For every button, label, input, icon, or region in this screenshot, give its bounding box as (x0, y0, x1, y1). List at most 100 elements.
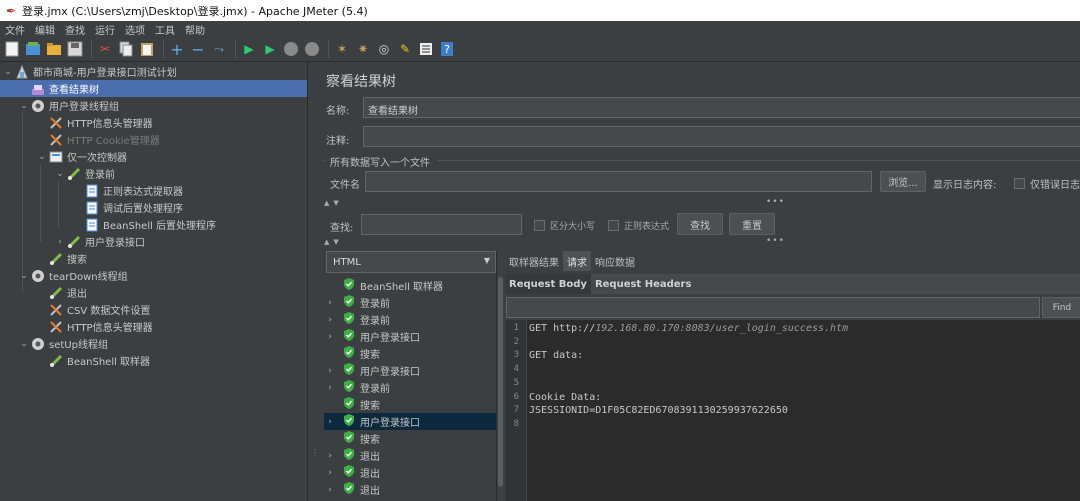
subtab-request-body[interactable]: Request Body (505, 274, 591, 294)
menu-options[interactable]: 选项 (120, 22, 150, 37)
tree-node[interactable]: HTTP信息头管理器 (36, 114, 153, 131)
tree-node[interactable]: BeanShell 取样器 (36, 352, 150, 369)
shutdown-icon[interactable] (303, 40, 321, 58)
vertical-splitter[interactable]: ⋮ (309, 62, 319, 501)
clear-icon[interactable]: ✶ (333, 40, 351, 58)
result-item[interactable]: › 用户登录接口 (324, 328, 496, 345)
search-input[interactable] (361, 214, 522, 235)
expanded-chevron-icon[interactable]: ⌄ (18, 271, 30, 281)
menu-edit[interactable]: 编辑 (30, 22, 60, 37)
tree-node[interactable]: › 用户登录接口 (54, 233, 145, 250)
result-item[interactable]: › 退出 (324, 481, 496, 498)
collapsed-chevron-icon[interactable]: › (324, 451, 336, 461)
expand-icon[interactable]: + (168, 40, 186, 59)
checkbox-box[interactable] (1014, 178, 1025, 189)
tree-node[interactable]: 调试后置处理程序 (72, 199, 183, 216)
templates-icon[interactable] (24, 40, 42, 58)
checkbox-box[interactable] (534, 220, 545, 231)
collapsed-chevron-icon[interactable]: › (324, 332, 336, 342)
result-item[interactable]: › 退出 (324, 464, 496, 481)
collapsed-chevron-icon[interactable]: › (324, 468, 336, 478)
tree-node[interactable]: HTTP信息头管理器 (36, 318, 153, 335)
expanded-chevron-icon[interactable]: ⌄ (18, 339, 30, 349)
menu-help[interactable]: 帮助 (180, 22, 210, 37)
result-item[interactable]: › 登录前 (324, 311, 496, 328)
divider-arrows-icon[interactable]: ▲▼ (324, 199, 343, 207)
reset-button[interactable]: 重置 (729, 213, 775, 235)
tree-node[interactable]: ⌄ setUp线程组 (18, 335, 108, 352)
tree-node[interactable]: HTTP Cookie管理器 (36, 131, 160, 148)
tree-node[interactable]: ⌄ 登录前 (54, 165, 115, 182)
cut-icon[interactable]: ✂ (96, 40, 114, 58)
expanded-chevron-icon[interactable]: ⌄ (18, 101, 30, 111)
expanded-chevron-icon[interactable]: ⌄ (2, 67, 14, 77)
save-icon[interactable] (66, 40, 84, 58)
search-icon[interactable]: ◎ (375, 40, 393, 58)
stop-icon[interactable] (282, 40, 300, 58)
request-body-editor[interactable]: 1 GET http://192.168.80.170:8083/user_log… (505, 320, 1080, 501)
help-icon[interactable]: ? (438, 40, 456, 58)
menu-run[interactable]: 运行 (90, 22, 120, 37)
expanded-chevron-icon[interactable]: ⌄ (54, 169, 66, 179)
start-icon[interactable]: ▶ (240, 40, 258, 58)
menu-tools[interactable]: 工具 (150, 22, 180, 37)
errors-only-checkbox[interactable]: 仅错误日志 (1014, 176, 1080, 191)
tree-node[interactable]: 正则表达式提取器 (72, 182, 183, 199)
dropdown-arrow-icon[interactable]: ▼ (484, 256, 490, 265)
result-item[interactable]: › 登录前 (324, 294, 496, 311)
collapsed-chevron-icon[interactable]: › (324, 366, 336, 376)
subtab-request-headers[interactable]: Request Headers (591, 274, 695, 294)
splitter-grip[interactable]: ⋮ (311, 449, 319, 461)
filename-input[interactable] (365, 171, 872, 192)
tree-node[interactable]: ⌄ 仅一次控制器 (36, 148, 127, 165)
menu-search[interactable]: 查找 (60, 22, 90, 37)
test-plan-tree[interactable]: ⌄ 都市商城-用户登录接口测试计划 查看结果树 ⌄ 用户登录线程组 HTTP信息头管理器 H… (0, 62, 308, 501)
result-item[interactable]: › 用户登录接口 (324, 362, 496, 379)
tree-node[interactable]: ⌄ 用户登录线程组 (18, 97, 119, 114)
regex-checkbox[interactable]: 正则表达式 (608, 219, 669, 232)
tab-request[interactable]: 请求 (563, 251, 591, 271)
divider-grip-icon[interactable]: ••• (766, 197, 785, 207)
tab-sampler-result[interactable]: 取样器结果 (505, 251, 563, 271)
paste-icon[interactable] (138, 40, 156, 58)
result-item[interactable]: 搜索 (324, 430, 496, 447)
collapsed-chevron-icon[interactable]: › (324, 417, 336, 427)
collapse-divider[interactable]: ▲▼ ••• (318, 236, 1080, 247)
result-item[interactable]: 搜索 (324, 345, 496, 362)
function-helper-icon[interactable] (417, 40, 435, 58)
menu-file[interactable]: 文件 (0, 22, 30, 37)
collapse-icon[interactable]: − (189, 40, 207, 59)
collapsed-chevron-icon[interactable]: › (324, 485, 336, 495)
collapse-divider[interactable]: ▲▼ ••• (318, 197, 1080, 208)
collapsed-chevron-icon[interactable]: › (54, 237, 66, 247)
result-item[interactable]: › 退出 (324, 447, 496, 464)
tree-node[interactable]: ⌄ 都市商城-用户登录接口测试计划 (2, 63, 177, 80)
tree-node[interactable]: CSV 数据文件设置 (36, 301, 150, 318)
expanded-chevron-icon[interactable]: ⌄ (36, 152, 48, 162)
comment-input[interactable] (363, 126, 1080, 147)
result-item[interactable]: BeanShell 取样器 (324, 277, 496, 294)
divider-grip-icon[interactable]: ••• (766, 236, 785, 246)
copy-icon[interactable] (117, 40, 135, 58)
new-icon[interactable] (3, 40, 21, 58)
scrollbar-thumb[interactable] (498, 277, 503, 487)
results-list[interactable]: BeanShell 取样器 › 登录前 › 登录前 › 用户登录接口 搜索 › 用户登录接口 › 登录… (324, 275, 498, 501)
result-item[interactable]: 搜索 (324, 396, 496, 413)
tab-response-data[interactable]: 响应数据 (591, 251, 639, 271)
toggle-icon[interactable]: ⤳ (210, 40, 228, 58)
renderer-select[interactable]: HTML ▼ (326, 251, 496, 273)
tree-node[interactable]: 退出 (36, 284, 87, 301)
tree-node[interactable]: 查看结果树 (0, 80, 307, 97)
find-button[interactable]: 查找 (677, 213, 723, 235)
results-scrollbar[interactable] (496, 251, 504, 501)
detail-find-button[interactable]: Find (1042, 297, 1080, 318)
checkbox-box[interactable] (608, 220, 619, 231)
result-item[interactable]: › 登录前 (324, 379, 496, 396)
reset-search-icon[interactable]: ✎ (396, 40, 414, 58)
browse-button[interactable]: 浏览... (880, 171, 926, 192)
clear-all-icon[interactable]: ✷ (354, 40, 372, 58)
tree-node[interactable]: ⌄ tearDown线程组 (18, 267, 128, 284)
collapsed-chevron-icon[interactable]: › (324, 315, 336, 325)
open-icon[interactable] (45, 40, 63, 58)
tree-node[interactable]: 搜索 (36, 250, 87, 267)
